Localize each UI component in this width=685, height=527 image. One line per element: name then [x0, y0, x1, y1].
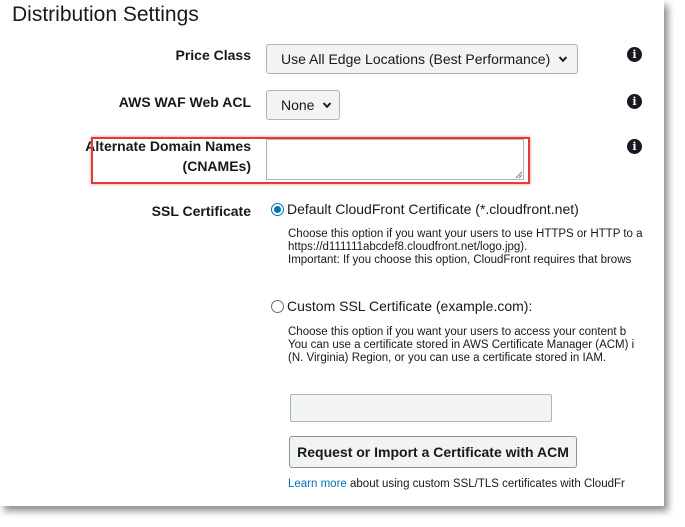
custom-desc-line: You can use a certificate stored in AWS …	[288, 339, 635, 351]
torn-edge-right	[655, 0, 664, 506]
default-desc-line: Choose this option if you want your user…	[288, 228, 643, 240]
custom-certificate-description: Choose this option if you want your user…	[288, 326, 634, 365]
default-desc-line: https://d111111abcdef8.cloudfront.net/lo…	[288, 241, 528, 253]
learn-more-link[interactable]: Learn more	[288, 478, 347, 490]
default-certificate-radio[interactable]	[271, 203, 284, 216]
price-class-label: Price Class	[175, 47, 252, 63]
price-class-value: Use All Edge Locations (Best Performance…	[281, 51, 551, 67]
waf-select[interactable]: None	[266, 90, 340, 120]
learn-more-text: Learn more about using custom SSL/TLS ce…	[288, 478, 625, 490]
learn-more-suffix: about using custom SSL/TLS certificates …	[346, 478, 625, 490]
custom-desc-line: Choose this option if you want your user…	[288, 326, 627, 338]
cnames-info-icon[interactable]: i	[627, 139, 642, 154]
waf-label: AWS WAF Web ACL	[118, 94, 251, 110]
price-class-select[interactable]: Use All Edge Locations (Best Performance…	[266, 44, 578, 74]
chevron-down-icon	[559, 56, 568, 63]
default-desc-line: Important: If you choose this option, Cl…	[288, 254, 632, 266]
screenshot-frame: Distribution Settings Price Class Use Al…	[0, 0, 664, 506]
highlight-box	[91, 137, 530, 184]
chevron-down-icon	[323, 102, 332, 109]
price-class-info-icon[interactable]: i	[627, 47, 642, 62]
torn-edge-bottom	[0, 499, 664, 506]
custom-certificate-input[interactable]	[290, 394, 552, 422]
waf-info-icon[interactable]: i	[627, 94, 642, 109]
default-certificate-option-label[interactable]: Default CloudFront Certificate (*.cloudf…	[287, 201, 579, 217]
waf-value: None	[281, 97, 315, 113]
default-certificate-description: Choose this option if you want your user…	[288, 228, 643, 267]
custom-certificate-radio[interactable]	[271, 300, 284, 313]
section-title: Distribution Settings	[12, 3, 199, 26]
ssl-certificate-label: SSL Certificate	[151, 203, 251, 219]
custom-certificate-option-label[interactable]: Custom SSL Certificate (example.com):	[287, 298, 532, 314]
request-import-certificate-button[interactable]: Request or Import a Certificate with ACM	[289, 436, 577, 468]
custom-desc-line: (N. Virginia) Region, or you can use a c…	[288, 352, 607, 364]
